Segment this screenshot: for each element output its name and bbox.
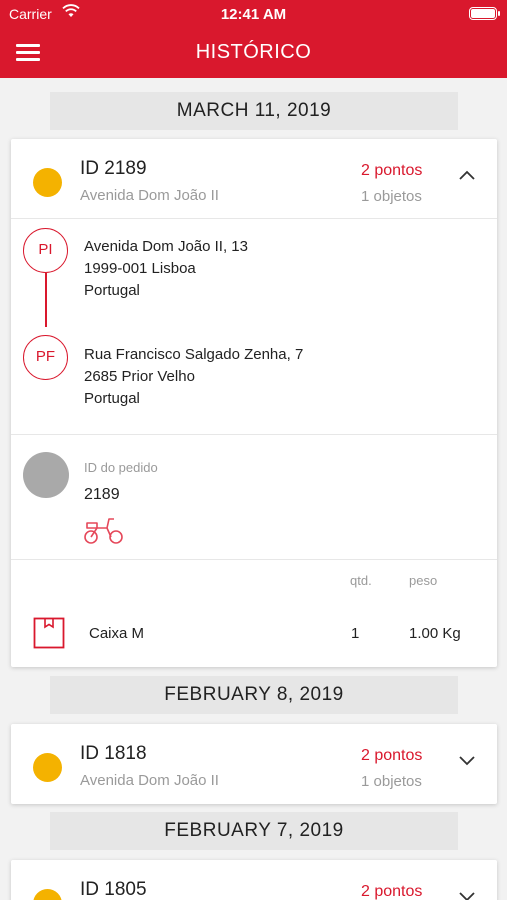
chevron-down-icon[interactable]	[457, 750, 477, 770]
avatar	[23, 452, 69, 498]
qty-header: qtd.	[350, 573, 372, 588]
app-header: Carrier 12:41 AM HISTÓRICO	[0, 0, 507, 78]
divider	[11, 434, 497, 435]
card-header[interactable]: ID 2189 Avenida Dom João II 2 pontos 1 o…	[11, 139, 497, 219]
address-line: 2685 Prior Velho	[84, 368, 195, 385]
date-header: FEBRUARY 7, 2019	[50, 812, 458, 850]
pickup-marker: PI	[23, 228, 68, 273]
status-dot	[33, 168, 62, 197]
dropoff-address: Rua Francisco Salgado Zenha, 7 2685 Prio…	[84, 344, 303, 410]
address-line: Portugal	[84, 282, 140, 299]
card-points: 2 pontos	[361, 747, 423, 764]
scooter-icon	[84, 518, 123, 544]
route-line	[45, 273, 47, 327]
card-id: ID 1818	[80, 743, 147, 764]
address-line: Rua Francisco Salgado Zenha, 7	[84, 346, 304, 363]
status-dot	[33, 753, 62, 782]
address-line: Avenida Dom João II, 13	[84, 238, 248, 255]
chevron-down-icon[interactable]	[457, 886, 477, 900]
card-id: ID 2189	[80, 158, 147, 179]
box-icon	[33, 617, 65, 649]
dropoff-marker: PF	[23, 335, 68, 380]
history-card: ID 2189 Avenida Dom João II 2 pontos 1 o…	[11, 139, 497, 667]
page-title: HISTÓRICO	[195, 41, 312, 63]
address-line: 1999-001 Lisboa	[84, 260, 196, 277]
card-points: 2 pontos	[361, 883, 423, 900]
item-name: Caixa M	[89, 625, 145, 642]
history-card[interactable]: ID 1805 2 pontos	[11, 860, 497, 900]
card-header[interactable]: ID 1805 2 pontos	[11, 860, 497, 900]
item-weight: 1.00 Kg	[409, 625, 461, 642]
divider	[11, 559, 497, 560]
status-time: 12:41 AM	[220, 6, 287, 23]
weight-header: peso	[409, 573, 438, 588]
date-header: FEBRUARY 8, 2019	[50, 676, 458, 714]
status-bar: Carrier 12:41 AM	[0, 0, 507, 30]
card-objects: 1 objetos	[361, 188, 422, 205]
history-card[interactable]: ID 1818 Avenida Dom João II 2 pontos 1 o…	[11, 724, 497, 804]
card-address: Avenida Dom João II	[80, 187, 219, 204]
order-id-value: 2189	[84, 486, 120, 503]
status-dot	[33, 889, 62, 900]
card-objects: 1 objetos	[361, 773, 422, 790]
chevron-up-icon[interactable]	[457, 165, 477, 185]
card-header[interactable]: ID 1818 Avenida Dom João II 2 pontos 1 o…	[11, 724, 497, 804]
date-header: MARCH 11, 2019	[50, 92, 458, 130]
pickup-address: Avenida Dom João II, 13 1999-001 Lisboa …	[84, 236, 248, 302]
battery-icon	[469, 7, 500, 20]
card-points: 2 pontos	[361, 162, 423, 179]
card-address: Avenida Dom João II	[80, 772, 219, 789]
card-id: ID 1805	[80, 879, 147, 900]
address-line: Portugal	[84, 390, 140, 407]
divider	[11, 218, 497, 219]
item-qty: 1	[351, 625, 360, 642]
order-id-label: ID do pedido	[84, 460, 158, 475]
